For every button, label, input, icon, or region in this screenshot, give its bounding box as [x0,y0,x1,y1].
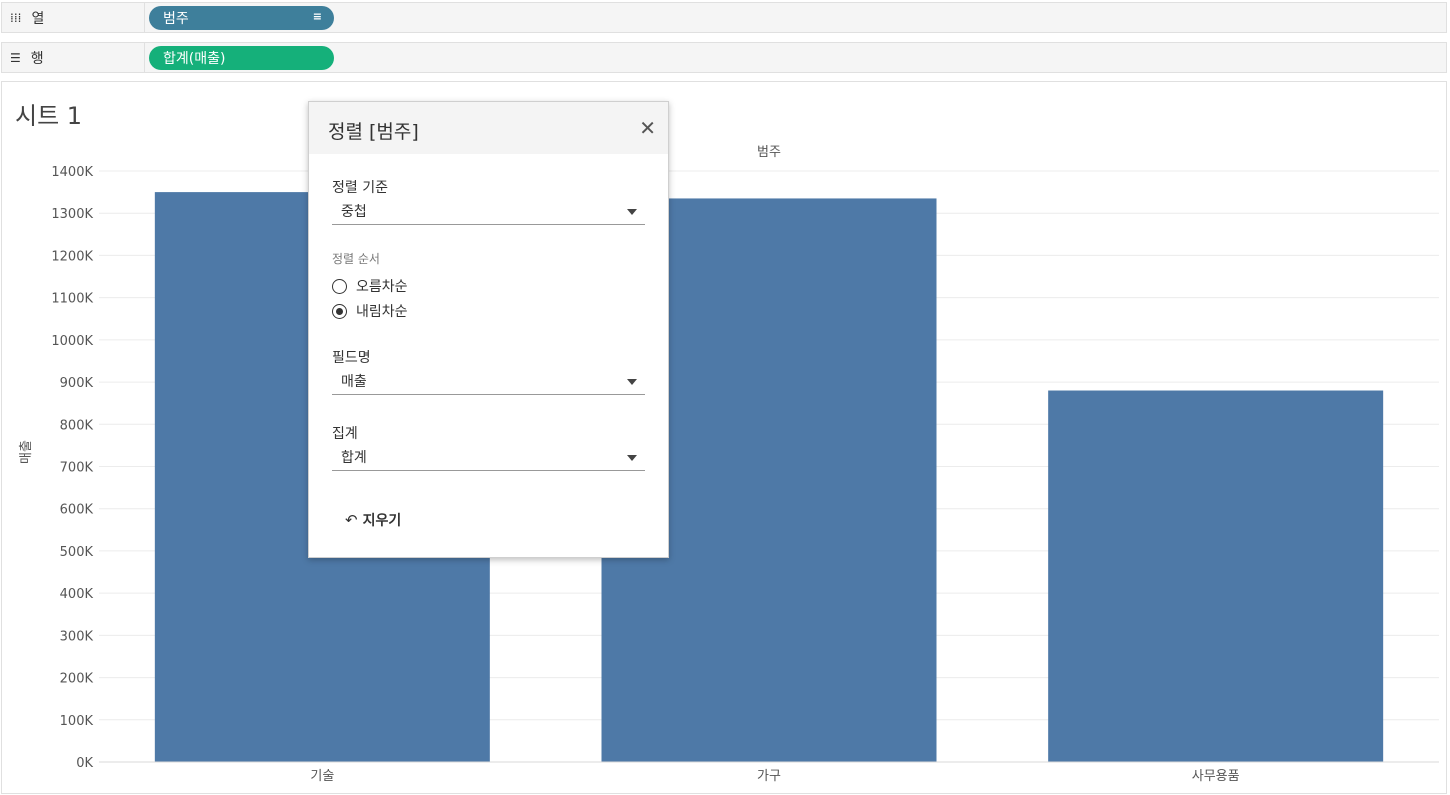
ascending-radio[interactable]: 오름차순 [332,276,408,296]
aggregation-label: 집계 [332,426,358,442]
columns-shelf-label: ⁞⁞⁞ 열 [2,3,145,32]
sum-sales-pill[interactable]: 합계(매출) [149,46,334,70]
y-tick-label: 1200K [51,249,93,264]
undo-icon: ↶ [345,511,358,529]
rows-shelf: ☰ 행 합계(매출) [1,42,1447,73]
columns-shelf: ⁞⁞⁞ 열 범주 ≡ [1,2,1447,33]
aggregation-select[interactable]: 합계 [332,445,645,471]
y-tick-label: 1100K [51,292,93,307]
y-axis-label: 매출 [19,440,34,464]
radio-button[interactable] [332,303,347,319]
worksheet: 시트 1 0K 100K 200K 300K 400K 500K 600K 700K 800K 9… [1,81,1447,794]
y-tick-label: 100K [60,714,94,729]
dialog-title: 정렬 [범주] [328,121,419,143]
chevron-down-icon [627,209,637,215]
rows-shelf-label: ☰ 행 [2,43,145,72]
sort-by-select[interactable]: 중첩 [332,199,645,225]
chevron-down-icon [627,379,637,385]
y-tick-label: 1000K [51,334,93,349]
field-name-select[interactable]: 매출 [332,369,645,395]
y-tick-label: 900K [60,376,94,391]
x-tick-label: 기술 [310,769,334,784]
sort-dialog: 정렬 [범주] ✕ 정렬 기준 중첩 정렬 순서 오름차순 내림차순 필드명 매… [308,101,669,558]
y-tick-label: 600K [60,503,94,518]
bar-chart: 0K 100K 200K 300K 400K 500K 600K 700K 800K 900K 10… [19,145,1439,784]
y-tick-label: 1300K [51,207,93,222]
x-tick-label: 사무용품 [1192,769,1240,784]
y-tick-label: 300K [60,629,94,644]
radio-button[interactable] [332,278,347,294]
y-tick-label: 200K [60,672,94,687]
column-header: 범주 [757,145,781,160]
x-tick-label: 가구 [757,769,781,784]
y-tick-label: 700K [60,461,94,476]
close-icon[interactable]: ✕ [639,116,656,140]
dialog-header: 정렬 [범주] ✕ [309,102,668,154]
rows-shelf-icon: ☰ [10,50,21,65]
clear-button[interactable]: ↶ 지우기 [345,510,401,530]
columns-shelf-icon: ⁞⁞⁞ [10,10,22,25]
y-tick-label: 500K [60,545,94,560]
bar [1048,390,1384,762]
chevron-down-icon [627,455,637,461]
category-pill[interactable]: 범주 ≡ [149,6,334,30]
descending-radio[interactable]: 내림차순 [332,301,408,321]
sort-by-label: 정렬 기준 [332,180,388,196]
y-tick-label: 1400K [51,165,93,180]
sort-descending-icon[interactable]: ≡ [313,10,322,23]
y-tick-label: 0K [76,756,93,771]
y-tick-label: 400K [60,587,94,602]
y-tick-label: 800K [60,418,94,433]
field-name-label: 필드명 [332,350,371,366]
sort-order-label: 정렬 순서 [332,252,380,266]
